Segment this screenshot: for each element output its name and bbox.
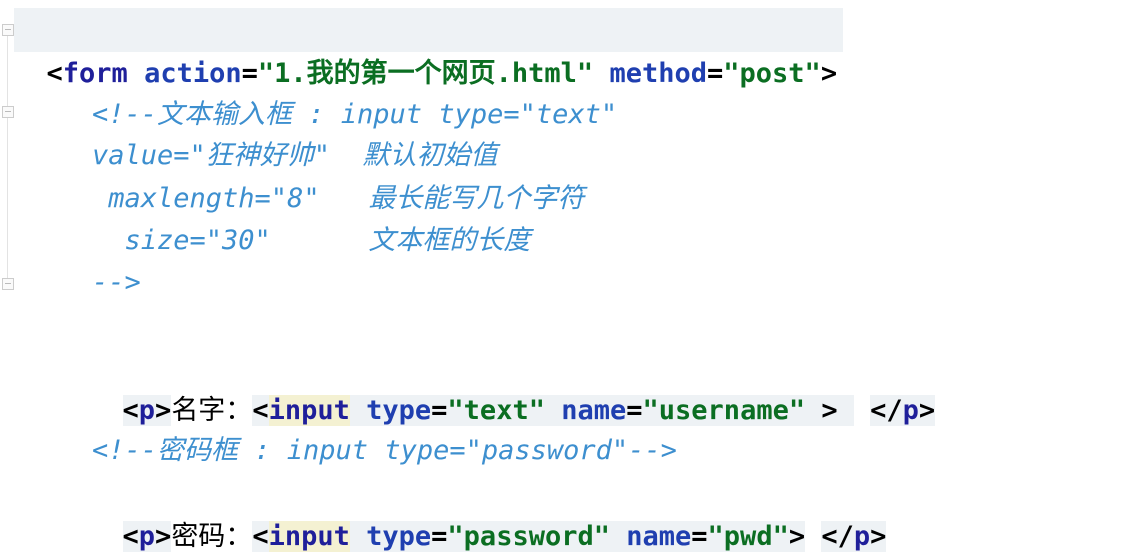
attr-action: action xyxy=(144,58,242,89)
p-open-tag: <p> xyxy=(122,395,172,426)
tag-name-p: p xyxy=(138,521,156,552)
tag-close-bracket: > xyxy=(155,395,172,426)
value-action: "1.我的第一个网页.html" xyxy=(257,58,594,89)
tag-close-bracket: > xyxy=(155,521,172,552)
equals: = xyxy=(691,521,708,552)
comment-line: size="30" 文本框的长度 xyxy=(92,225,531,256)
equals: = xyxy=(431,395,448,426)
value-name: "pwd" xyxy=(707,521,789,552)
tag-name-p: p xyxy=(138,395,156,426)
attr-type: type xyxy=(366,395,432,426)
tag-name-form: form xyxy=(62,58,128,89)
input-tag-username: <input type="text" name="username" > xyxy=(252,395,854,426)
tag-open-bracket: < xyxy=(252,395,269,426)
tag-close-bracket: > xyxy=(788,521,806,552)
equals: = xyxy=(431,521,448,552)
attr-name: name xyxy=(561,395,627,426)
fold-marker-icon[interactable] xyxy=(2,278,14,290)
value-method: "post" xyxy=(723,58,821,89)
fold-marker-icon[interactable] xyxy=(2,24,14,36)
fold-marker-icon[interactable] xyxy=(2,106,14,118)
attr-type: type xyxy=(366,521,432,552)
tag-close-bracket: > xyxy=(918,395,936,426)
attr-name: name xyxy=(626,521,692,552)
comment-line: maxlength="8" 最长能写几个字符 xyxy=(92,183,585,214)
tag-open-bracket: </ xyxy=(870,395,903,426)
comment-line: <!--文本输入框 : input type="text" xyxy=(92,99,618,130)
input-tag-password: <input type="password" name="pwd"> xyxy=(252,521,806,552)
tag-close-bracket: > xyxy=(805,395,854,426)
comment-line: <!--密码框 : input type="password"--> xyxy=(92,435,677,466)
tag-close-bracket: > xyxy=(870,521,887,552)
code-line-form[interactable]: <form action="1.我的第一个网页.html" method="po… xyxy=(14,8,844,89)
code-line-password[interactable]: <p>密码：<input type="password" name="pwd">… xyxy=(90,471,887,552)
tag-open-bracket: </ xyxy=(821,521,854,552)
tag-name-p: p xyxy=(853,521,871,552)
fold-guide xyxy=(7,36,8,106)
p-open-tag: <p> xyxy=(122,521,172,552)
fold-guide xyxy=(7,118,8,278)
tag-name-p: p xyxy=(902,395,919,426)
comment-line: value="狂神好帅" 默认初始值 xyxy=(92,140,498,171)
equals: = xyxy=(707,58,724,89)
tag-open-bracket: < xyxy=(122,521,139,552)
equals: = xyxy=(626,395,643,426)
attr-method: method xyxy=(609,58,708,89)
value-name: "username" xyxy=(642,395,806,426)
tag-name-input: input xyxy=(268,521,350,552)
p-close-tag: </p> xyxy=(870,395,936,426)
label-username: 名字： xyxy=(171,395,253,426)
comment-line: --> xyxy=(92,267,141,298)
label-password: 密码： xyxy=(171,521,253,552)
value-type: "text" xyxy=(447,395,545,426)
tag-open-bracket: < xyxy=(46,58,63,89)
value-type: "password" xyxy=(447,521,610,552)
code-line-username[interactable]: <p>名字：<input type="text" name="username"… xyxy=(90,345,936,426)
p-close-tag: </p> xyxy=(821,521,887,552)
tag-open-bracket: < xyxy=(122,395,139,426)
tag-open-bracket: < xyxy=(252,521,269,552)
equals: = xyxy=(241,58,258,89)
tag-close-bracket: > xyxy=(820,58,838,89)
tag-name-input: input xyxy=(268,395,350,426)
